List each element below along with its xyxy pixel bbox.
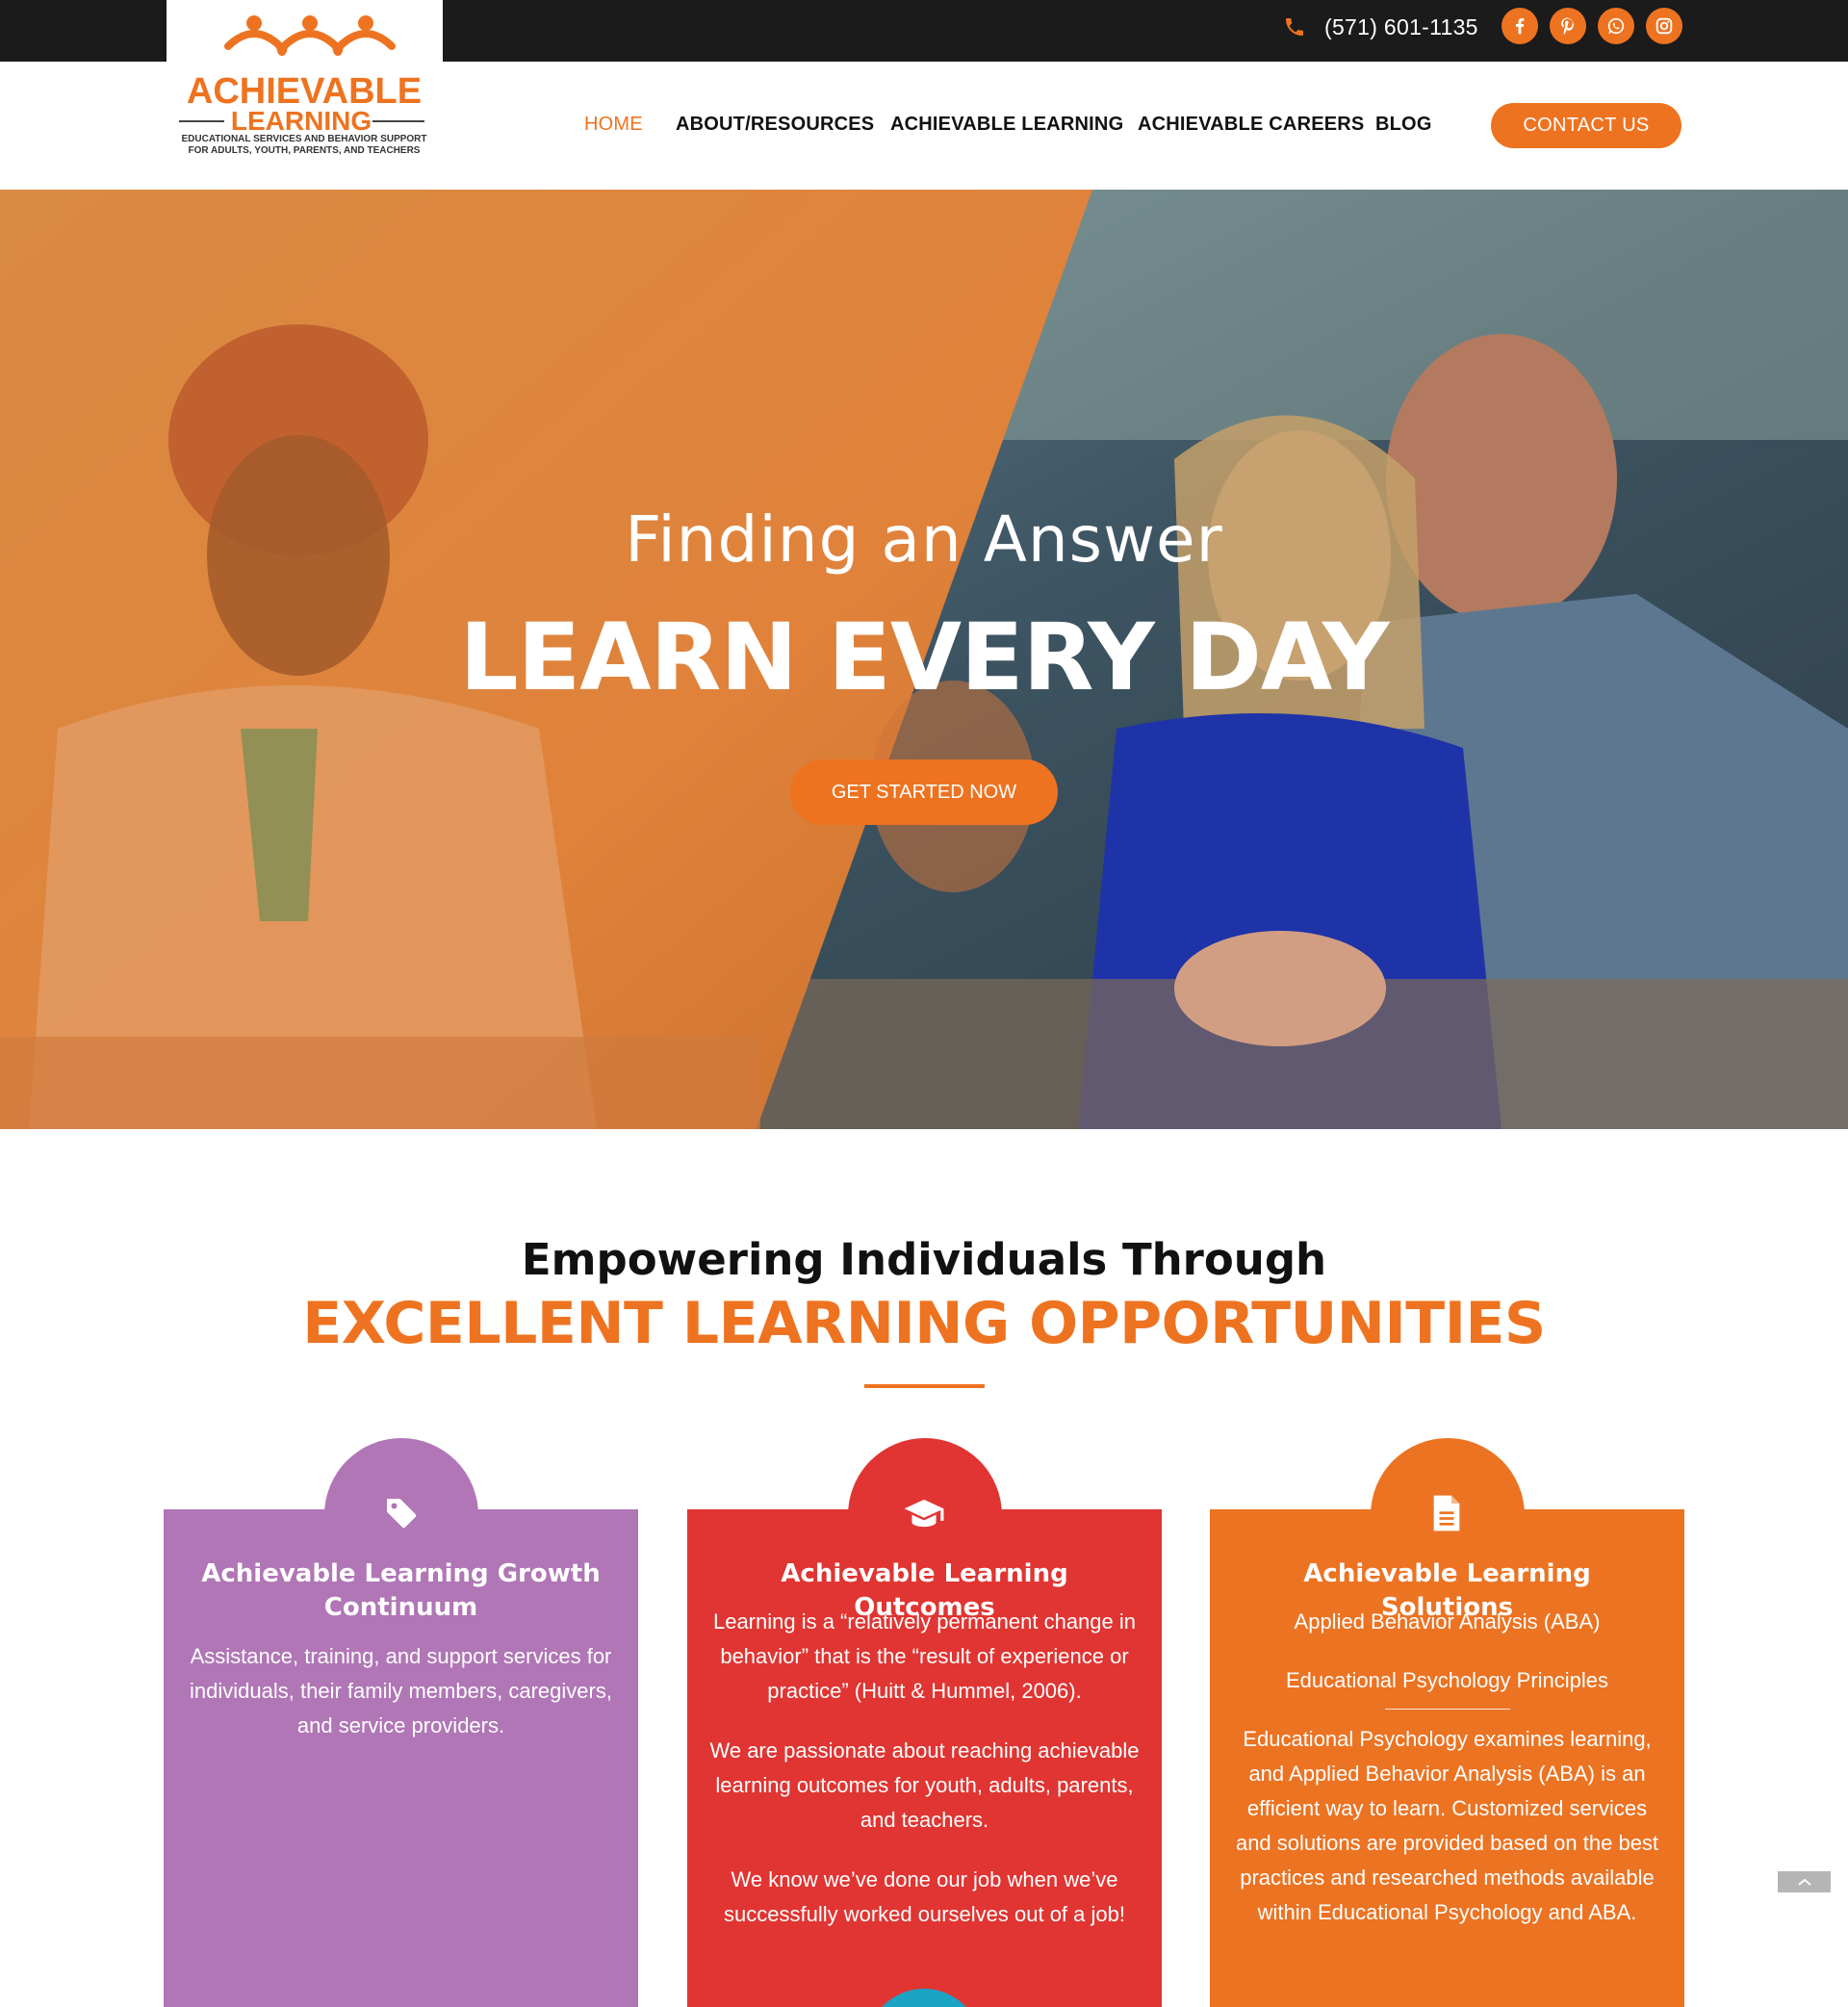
card-paragraph: Educational Psychology Principles [1285,1668,1609,1692]
card-paragraph: Learning is a “relatively permanent chan… [712,1609,1137,1703]
phone-contact[interactable]: (571) 601-1135 [1282,13,1478,41]
instagram-icon[interactable] [1646,8,1682,44]
document-icon [1425,1492,1468,1534]
chevron-up-icon [1797,1878,1811,1886]
logo-tagline-2: FOR ADULTS, YOUTH, PARENTS, AND TEACHERS [189,145,421,156]
hero-title: LEARN EVERY DAY [459,604,1389,711]
nav-about-resources[interactable]: ABOUT/RESOURCES [676,114,874,136]
nav-achievable-learning[interactable]: ACHIEVABLE LEARNING [890,114,1123,136]
logo-tagline-1: EDUCATIONAL SERVICES AND BEHAVIOR SUPPOR… [181,134,426,144]
intro-divider [864,1384,985,1388]
card-title: Achievable Learning Growth Continuum [201,1559,601,1622]
site-logo[interactable]: ACHIEVABLE LEARNING EDUCATIONAL SERVICES… [167,0,443,166]
hero-subtitle: Finding an Answer [625,502,1223,577]
get-started-button[interactable]: GET STARTED NOW [790,759,1058,825]
nav-achievable-careers[interactable]: ACHIEVABLE CAREERS [1138,114,1364,136]
card-growth-continuum: Achievable Learning Growth Continuum Ass… [164,1438,638,2007]
facebook-icon[interactable] [1502,8,1538,44]
pinterest-icon[interactable] [1550,8,1586,44]
intro-heading: Empowering Individuals Through [521,1234,1327,1285]
logo-line2: LEARNING [231,106,372,136]
phone-number[interactable]: (571) 601-1135 [1324,14,1478,40]
graduation-cap-icon [903,1492,945,1534]
card-paragraph: Applied Behavior Analysis (ABA) [1294,1609,1601,1634]
contact-us-button[interactable]: CONTACT US [1491,103,1681,148]
nav-blog[interactable]: BLOG [1375,114,1432,136]
whatsapp-icon[interactable] [1598,8,1634,44]
hero-banner: Finding an Answer LEARN EVERY DAY GET ST… [0,190,1848,1129]
card-divider [1385,1709,1510,1710]
card-paragraph: We know we’ve done our job when we’ve su… [724,1867,1125,1926]
card-learning-solutions: Achievable Learning Solutions Applied Be… [1210,1438,1684,2007]
card-paragraph: We are passionate about reaching achieva… [709,1738,1140,1832]
card-learning-outcomes: Achievable Learning Outcomes Learning is… [687,1438,1162,2007]
nav-home[interactable]: HOME [584,114,643,136]
card-paragraph: Educational Psychology examines learning… [1235,1727,1659,1924]
card-paragraph: Assistance, training, and support servic… [190,1644,612,1737]
tag-icon [380,1492,423,1534]
scroll-to-top-button[interactable] [1778,1871,1831,1892]
phone-icon [1282,14,1307,39]
intro-highlight: EXCELLENT LEARNING OPPORTUNITIES [302,1290,1546,1357]
